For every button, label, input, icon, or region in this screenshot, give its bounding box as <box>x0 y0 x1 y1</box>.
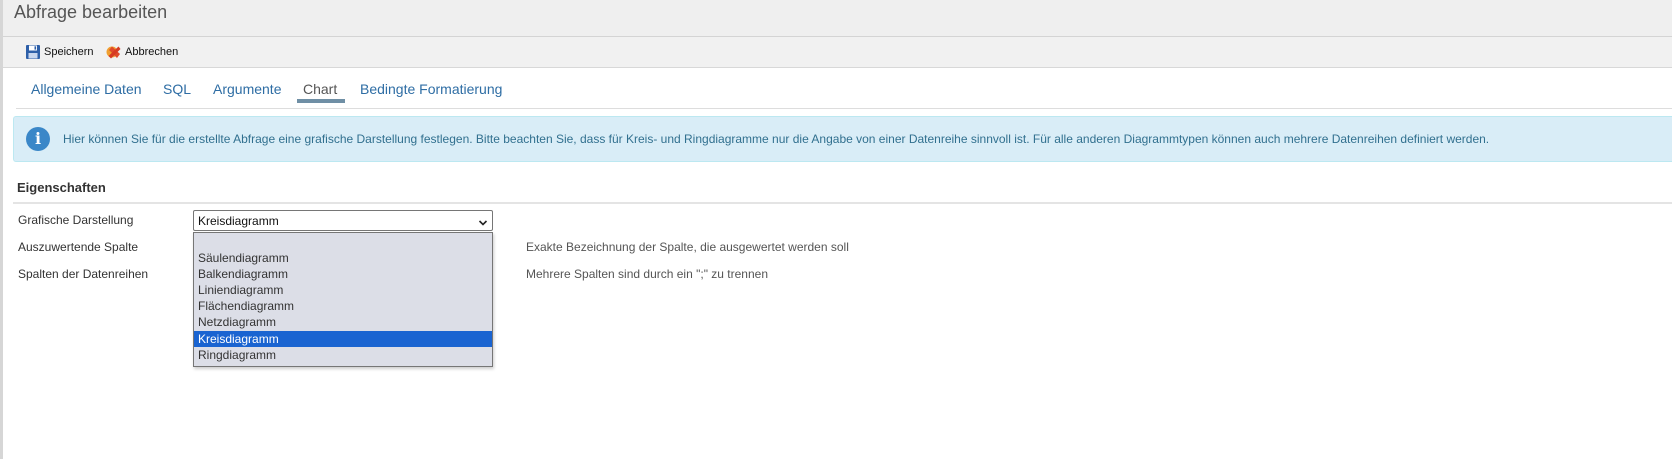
dropdown-option-saeulendiagramm[interactable]: Säulendiagramm <box>194 250 492 266</box>
page-title: Abfrage bearbeiten <box>14 2 168 22</box>
save-button[interactable]: Speichern <box>25 42 94 62</box>
chevron-down-icon <box>478 215 488 226</box>
dropdown-option-ringdiagramm[interactable]: Ringdiagramm <box>194 347 492 363</box>
dropdown-option-balkendiagramm[interactable]: Balkendiagramm <box>194 266 492 282</box>
column-hint: Exakte Bezeichnung der Spalte, die ausge… <box>526 240 849 254</box>
dropdown-option-empty[interactable] <box>194 234 492 250</box>
dropdown-option-liniendiagramm[interactable]: Liniendiagramm <box>194 282 492 298</box>
active-tab-indicator <box>297 99 345 103</box>
save-button-label: Speichern <box>44 46 94 58</box>
cancel-x-icon <box>106 44 122 60</box>
column-label: Auszuwertende Spalte <box>18 240 139 254</box>
section-divider <box>13 202 1672 204</box>
series-hint: Mehrere Spalten sind durch ein ";" zu tr… <box>526 267 768 281</box>
tab-allgemeine-daten[interactable]: Allgemeine Daten <box>31 81 142 97</box>
chart-type-select-value: Kreisdiagramm <box>198 214 279 228</box>
toolbar: Speichern Abbrechen <box>3 37 1672 68</box>
cancel-button-label: Abbrechen <box>125 46 179 58</box>
title-bar: Abfrage bearbeiten <box>3 0 1672 37</box>
floppy-disk-icon <box>25 44 41 60</box>
chart-type-label: Grafische Darstellung <box>18 213 134 227</box>
tab-argumente[interactable]: Argumente <box>213 81 281 97</box>
section-title: Eigenschaften <box>17 180 106 195</box>
tab-bar: Allgemeine Daten SQL Argumente Chart Bed… <box>16 68 1672 109</box>
info-circle-icon: i <box>26 127 50 151</box>
series-label: Spalten der Datenreihen <box>18 267 149 281</box>
dropdown-option-kreisdiagramm[interactable]: Kreisdiagramm <box>194 331 492 347</box>
dropdown-option-flaechendiagramm[interactable]: Flächendiagramm <box>194 298 492 314</box>
info-alert: i Hier können Sie für die erstellte Abfr… <box>13 116 1672 162</box>
chart-type-dropdown: Säulendiagramm Balkendiagramm Liniendiag… <box>193 232 493 367</box>
tab-bedingte-formatierung[interactable]: Bedingte Formatierung <box>360 81 502 97</box>
window-frame <box>0 0 3 459</box>
chart-type-select[interactable]: Kreisdiagramm <box>193 210 493 231</box>
tab-sql[interactable]: SQL <box>163 81 191 97</box>
tab-chart[interactable]: Chart <box>303 81 337 97</box>
cancel-button[interactable]: Abbrechen <box>106 42 178 62</box>
info-text: Hier können Sie für die erstellte Abfrag… <box>63 132 1490 146</box>
dropdown-option-netzdiagramm[interactable]: Netzdiagramm <box>194 314 492 330</box>
